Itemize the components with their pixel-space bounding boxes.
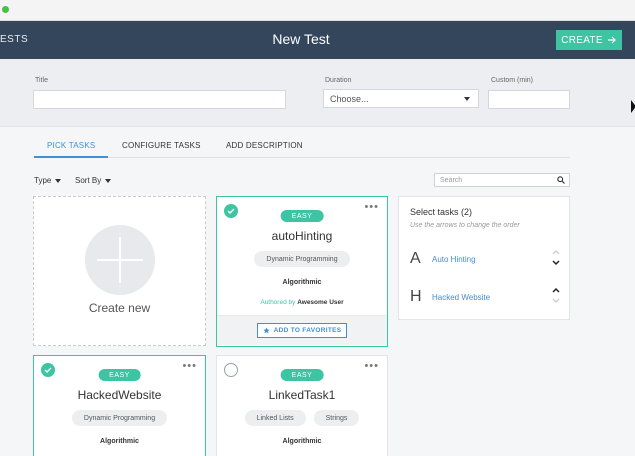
- sort-by-filter[interactable]: Sort By: [75, 176, 112, 185]
- card-footer: ADD TO FAVORITES: [217, 315, 387, 345]
- selected-tasks-title: Select tasks (2): [410, 207, 473, 217]
- task-category: Algorithmic: [100, 438, 139, 445]
- search-placeholder: Search: [440, 176, 463, 184]
- task-tags: Linked Lists Strings: [217, 410, 387, 426]
- tab-add-description[interactable]: ADD DESCRIPTION: [226, 141, 303, 150]
- difficulty-badge: EASY: [280, 369, 324, 381]
- more-options-icon[interactable]: •••: [364, 360, 379, 372]
- task-tags: Dynamic Programming: [34, 410, 205, 426]
- create-new-label: Create new: [88, 301, 151, 315]
- task-card-hackedwebsite[interactable]: ••• EASY HackedWebsite Dynamic Programmi…: [33, 355, 206, 456]
- chevron-down-icon: [464, 97, 470, 101]
- window-maximize-icon[interactable]: [2, 6, 9, 13]
- task-card-autohinting[interactable]: ••• EASY autoHinting Dynamic Programming…: [216, 196, 388, 347]
- select-radio-icon[interactable]: [224, 363, 238, 377]
- type-filter[interactable]: Type: [34, 176, 62, 185]
- selected-task-link[interactable]: Auto Hinting: [432, 255, 476, 264]
- task-tags: Dynamic Programming: [217, 251, 387, 267]
- add-to-favorites-label: ADD TO FAVORITES: [273, 327, 342, 334]
- task-initial: A: [410, 250, 421, 267]
- selected-task-row: H Hacked Website: [410, 287, 560, 308]
- duration-select-value: Choose...: [330, 93, 369, 104]
- tab-configure-tasks[interactable]: CONFIGURE TASKS: [122, 141, 201, 150]
- task-category: Algorithmic: [282, 438, 322, 445]
- task-category: Algorithmic: [282, 279, 322, 286]
- selected-task-row: A Auto Hinting: [410, 250, 560, 270]
- tab-pick-tasks[interactable]: PICK TASKS: [47, 141, 95, 150]
- tabs-divider: [34, 157, 570, 158]
- task-title: autoHinting: [271, 229, 333, 243]
- add-to-favorites-button[interactable]: ADD TO FAVORITES: [257, 323, 347, 338]
- task-initial: H: [410, 288, 422, 305]
- more-options-icon[interactable]: •••: [364, 201, 379, 213]
- author-name: Awesome User: [297, 299, 344, 306]
- sort-by-label: Sort By: [75, 176, 102, 185]
- difficulty-badge: EASY: [280, 210, 324, 222]
- move-up-icon[interactable]: [552, 287, 560, 293]
- create-new-task-card[interactable]: Create new: [33, 196, 206, 346]
- plus-icon: [85, 225, 155, 295]
- checkmark-icon[interactable]: [41, 363, 55, 377]
- custom-minutes-label: Custom (min): [491, 77, 534, 84]
- selected-tasks-panel: Select tasks (2) Use the arrows to chang…: [398, 196, 570, 320]
- task-title: LinkedTask1: [268, 388, 336, 402]
- mouse-cursor-icon: [631, 100, 635, 113]
- author-prefix: Authored by: [260, 299, 296, 306]
- caret-down-icon: [105, 178, 112, 183]
- task-tag: Dynamic Programming: [71, 410, 168, 426]
- task-tag: Dynamic Programming: [254, 251, 350, 267]
- active-tab-indicator: [34, 156, 108, 158]
- star-icon: [262, 327, 270, 334]
- create-button-label: CREATE: [561, 34, 603, 46]
- task-card-linkedtask1[interactable]: ••• EASY LinkedTask1 Linked Lists String…: [216, 355, 388, 456]
- task-tag: Strings: [313, 410, 360, 426]
- checkmark-icon[interactable]: [224, 204, 238, 218]
- page-title: New Test: [272, 31, 330, 47]
- search-icon[interactable]: [557, 176, 565, 184]
- create-button[interactable]: CREATE: [556, 30, 622, 50]
- caret-down-icon: [55, 178, 62, 183]
- window-titlebar: [0, 0, 635, 21]
- duration-select[interactable]: Choose...: [323, 89, 479, 108]
- custom-minutes-input[interactable]: [488, 90, 570, 109]
- difficulty-badge: EASY: [98, 369, 141, 381]
- task-title: HackedWebsite: [77, 388, 162, 402]
- move-down-icon[interactable]: [552, 298, 560, 304]
- arrow-right-icon: [607, 36, 616, 44]
- title-input[interactable]: [33, 90, 286, 109]
- selected-task-link[interactable]: Hacked Website: [432, 293, 490, 302]
- title-label: Title: [35, 77, 48, 84]
- move-down-icon[interactable]: [552, 260, 560, 266]
- move-up-icon[interactable]: [552, 249, 560, 255]
- search-input[interactable]: Search: [434, 173, 570, 187]
- app-header: ESTS New Test: [0, 21, 635, 59]
- selected-tasks-hint: Use the arrows to change the order: [410, 222, 520, 229]
- more-options-icon[interactable]: •••: [182, 360, 197, 372]
- type-filter-label: Type: [34, 176, 52, 185]
- task-author: Authored by Awesome User: [217, 299, 387, 306]
- task-tag: Linked Lists: [244, 410, 306, 426]
- duration-label: Duration: [325, 77, 352, 84]
